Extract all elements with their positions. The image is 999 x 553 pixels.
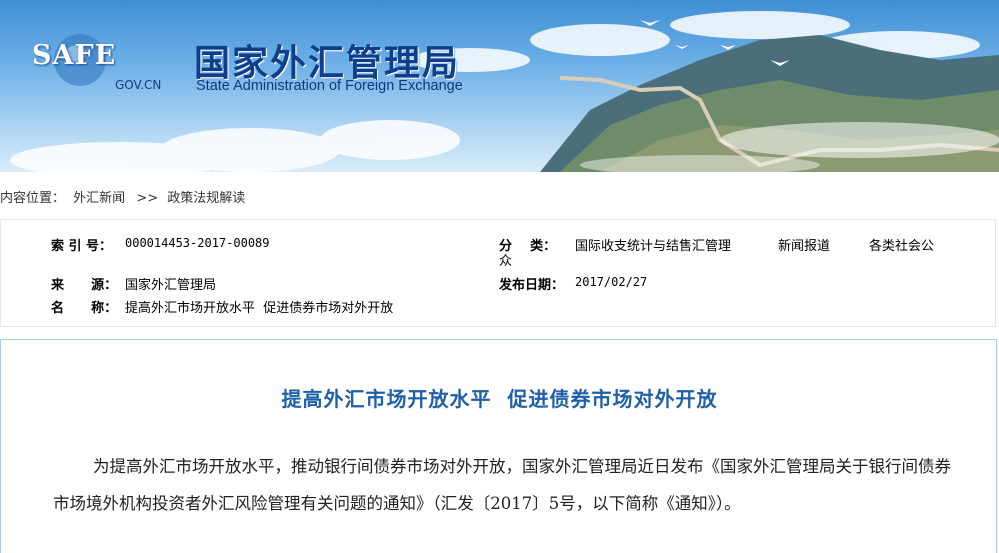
category-value-1: 国际收支统计与结售汇管理 [575, 239, 732, 254]
article-body: 提高外汇市场开放水平 促进债券市场对外开放 为提高外汇市场开放水平，推动银行间债… [0, 339, 997, 553]
breadcrumb-separator: >> [136, 191, 159, 206]
category-wrap: 众 [499, 254, 513, 269]
breadcrumb-prefix: 内容位置： [0, 191, 66, 206]
document-meta-box: 索 引 号： 000014453-2017-00089 分 类： 众 国际收支统… [0, 219, 996, 327]
index-label: 索 引 号： [51, 239, 113, 254]
date-label: 发布日期： [499, 278, 565, 293]
logo-domain: GOV.CN [115, 78, 162, 92]
category-value-3: 各类社会公 [869, 239, 935, 254]
date-value: 2017/02/27 [575, 275, 648, 289]
breadcrumb: 内容位置： 外汇新闻 >> 政策法规解读 [0, 187, 249, 206]
site-banner: SAFE GOV.CN 国家外汇管理局 State Administration… [0, 0, 999, 172]
index-value: 000014453-2017-00089 [125, 236, 270, 250]
name-label: 名 称： [51, 301, 118, 316]
source-label: 来 源： [51, 278, 118, 293]
source-value: 国家外汇管理局 [125, 278, 217, 293]
name-value: 提高外汇市场开放水平 促进债券市场对外开放 [125, 301, 394, 316]
category-value-2: 新闻报道 [778, 239, 831, 254]
safe-logo[interactable]: SAFE [32, 40, 116, 71]
article-paragraph: 为提高外汇市场开放水平，推动银行间债券市场对外开放，国家外汇管理局近日发布《国家… [53, 457, 951, 513]
breadcrumb-item-news[interactable]: 外汇新闻 [73, 191, 125, 206]
site-title-en: State Administration of Foreign Exchange [196, 78, 463, 94]
article-title: 提高外汇市场开放水平 促进债券市场对外开放 [281, 387, 718, 411]
breadcrumb-item-policy[interactable]: 政策法规解读 [167, 191, 245, 206]
